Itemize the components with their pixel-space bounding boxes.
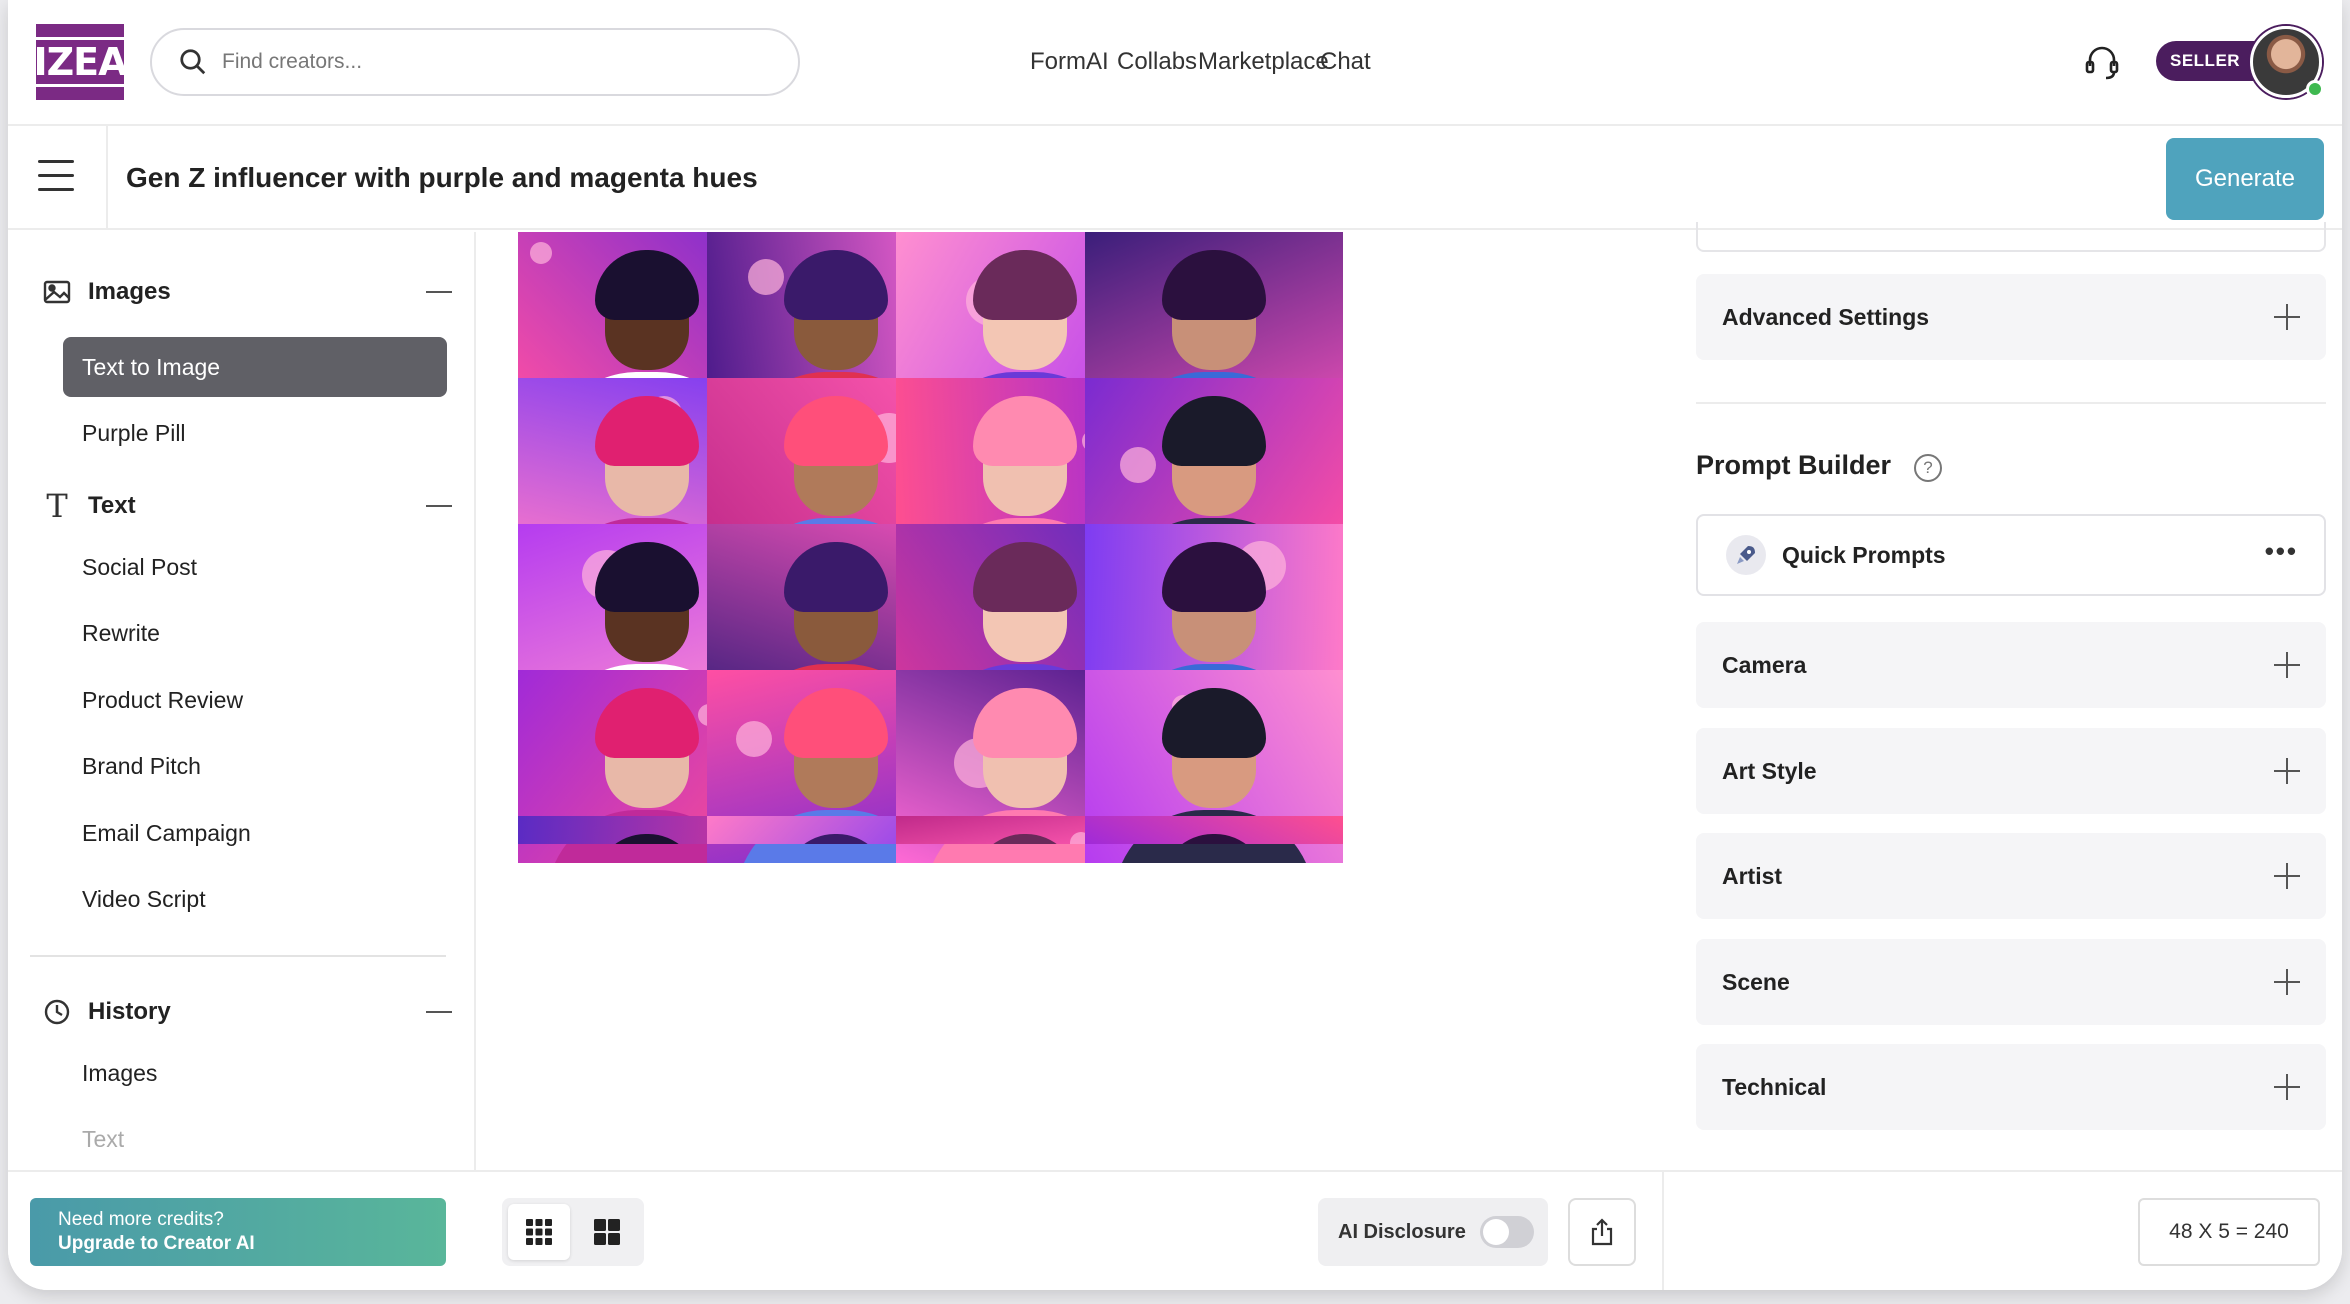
collapsed-card: [1696, 222, 2326, 252]
right-panel: Advanced Settings Prompt Builder ? Quick…: [1664, 222, 2342, 1170]
upgrade-credits-button[interactable]: Need more credits? Upgrade to Creator AI: [30, 1198, 446, 1266]
account-menu[interactable]: SELLER: [2156, 24, 2326, 100]
advanced-settings-accordion[interactable]: Advanced Settings: [1696, 274, 2326, 360]
grid-view-toggle: [502, 1198, 644, 1266]
panel-divider: [1696, 402, 2326, 404]
collapse-icon[interactable]: [426, 505, 452, 507]
expand-plus-icon[interactable]: [2274, 863, 2300, 889]
headset-icon[interactable]: [2082, 42, 2122, 82]
app-window: IZEA FormAI Collabs Marketplace Chat SEL…: [8, 0, 2342, 1290]
nav-marketplace[interactable]: Marketplace: [1198, 48, 1329, 76]
quick-prompts-card[interactable]: Quick Prompts •••: [1696, 514, 2326, 596]
top-navbar: IZEA FormAI Collabs Marketplace Chat SEL…: [8, 0, 2342, 126]
share-button[interactable]: [1568, 1198, 1636, 1266]
sidebar-item-history-text[interactable]: Text: [82, 1126, 124, 1153]
prompt-input[interactable]: [126, 156, 2076, 200]
technical-accordion[interactable]: Technical: [1696, 1044, 2326, 1130]
history-section-header[interactable]: History: [42, 992, 452, 1032]
prompt-builder-title: Prompt Builder: [1696, 450, 1892, 480]
sidebar-divider: [30, 955, 446, 957]
image-icon: [42, 277, 72, 307]
sidebar-item-rewrite[interactable]: Rewrite: [82, 620, 160, 647]
scene-accordion[interactable]: Scene: [1696, 939, 2326, 1025]
camera-accordion[interactable]: Camera: [1696, 622, 2326, 708]
sidebar-item-history-images[interactable]: Images: [82, 1060, 157, 1087]
text-icon: T: [46, 487, 68, 525]
sidebar-item-product-review[interactable]: Product Review: [82, 687, 243, 714]
prompt-bar: Generate: [8, 126, 2342, 230]
sidebar-item-brand-pitch[interactable]: Brand Pitch: [82, 753, 201, 780]
nav-formai[interactable]: FormAI: [1030, 48, 1109, 76]
izea-logo[interactable]: IZEA: [24, 24, 136, 100]
expand-plus-icon[interactable]: [2274, 652, 2300, 678]
sidebar-item-email-campaign[interactable]: Email Campaign: [82, 820, 251, 847]
sidebar-item-text-to-image[interactable]: Text to Image: [63, 337, 447, 397]
clock-icon: [42, 997, 72, 1027]
image-results-grid: [478, 232, 1662, 1170]
art-style-accordion[interactable]: Art Style: [1696, 728, 2326, 814]
rocket-icon: [1726, 535, 1766, 575]
ai-disclosure-label: AI Disclosure: [1338, 1220, 1466, 1243]
bottom-bar: Need more credits? Upgrade to Creator AI…: [8, 1170, 2342, 1290]
expand-plus-icon[interactable]: [2274, 758, 2300, 784]
grid-small-icon[interactable]: [508, 1204, 570, 1260]
divider: [1662, 1172, 1664, 1290]
artist-accordion[interactable]: Artist: [1696, 833, 2326, 919]
expand-plus-icon[interactable]: [2274, 969, 2300, 995]
expand-plus-icon[interactable]: [2274, 1074, 2300, 1100]
expand-plus-icon[interactable]: [2274, 304, 2300, 330]
collapse-icon[interactable]: [426, 291, 452, 293]
search-icon: [180, 49, 206, 75]
online-status-dot: [2306, 80, 2324, 98]
text-section-header[interactable]: T Text: [42, 486, 452, 526]
ai-disclosure-control: AI Disclosure: [1318, 1198, 1548, 1266]
search-input[interactable]: [222, 50, 722, 74]
help-icon[interactable]: ?: [1914, 454, 1942, 482]
nav-chat[interactable]: Chat: [1320, 48, 1371, 76]
sidebar-item-social-post[interactable]: Social Post: [82, 554, 197, 581]
more-options-icon[interactable]: •••: [2265, 538, 2298, 564]
creator-search[interactable]: [150, 28, 800, 96]
left-sidebar: Images Text to Image Purple Pill T Text …: [8, 232, 476, 1170]
generate-button[interactable]: Generate: [2166, 138, 2324, 220]
share-icon: [1591, 1218, 1613, 1246]
sidebar-item-purple-pill[interactable]: Purple Pill: [82, 420, 186, 447]
ai-disclosure-toggle[interactable]: [1479, 1216, 1534, 1248]
generated-image-thumbnail[interactable]: [1085, 816, 1343, 844]
nav-collabs[interactable]: Collabs: [1117, 48, 1197, 76]
grid-large-icon[interactable]: [576, 1204, 638, 1260]
sidebar-item-video-script[interactable]: Video Script: [82, 886, 206, 913]
collapse-icon[interactable]: [426, 1011, 452, 1013]
divider: [106, 126, 108, 230]
hamburger-icon[interactable]: [38, 160, 74, 194]
image-count-label: 48 X 5 = 240: [2138, 1198, 2320, 1266]
images-section-header[interactable]: Images: [42, 272, 452, 312]
